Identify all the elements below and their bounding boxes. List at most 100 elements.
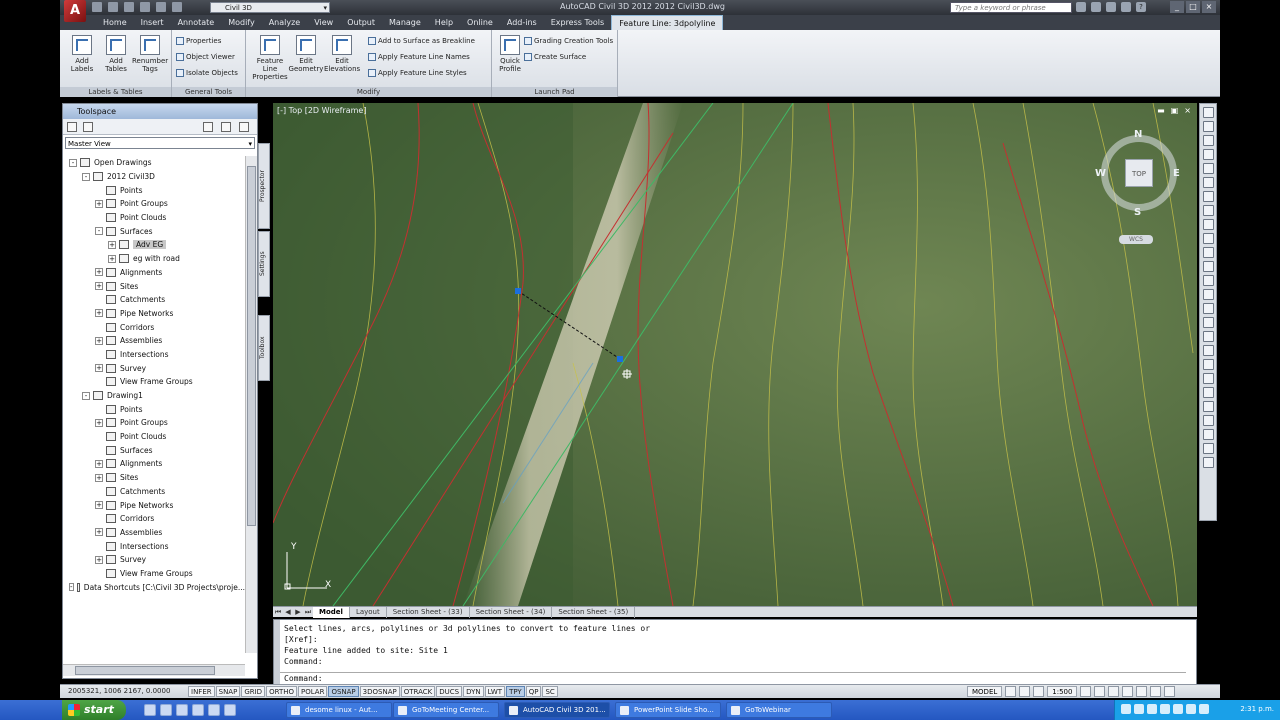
clock[interactable]: 2:31 p.m. xyxy=(1240,705,1274,713)
tab-settings[interactable]: Settings xyxy=(258,231,270,297)
isolate-objects-icon[interactable] xyxy=(1150,686,1162,697)
tool-icon[interactable] xyxy=(1202,415,1214,426)
search-input[interactable]: Type a keyword or phrase xyxy=(950,2,1072,13)
tool-icon[interactable] xyxy=(1202,443,1214,454)
compass-north[interactable]: N xyxy=(1134,129,1142,140)
redo-icon[interactable] xyxy=(156,2,166,12)
command-input[interactable]: Command: xyxy=(280,672,1186,683)
tool-icon[interactable] xyxy=(1202,107,1214,118)
tool-icon[interactable] xyxy=(1202,429,1214,440)
expand-icon[interactable]: + xyxy=(95,473,103,482)
quick-profile-button[interactable]: Quick Profile xyxy=(492,35,528,73)
tree-item[interactable]: View Frame Groups xyxy=(63,567,245,581)
expand-icon[interactable]: + xyxy=(108,254,116,263)
restore-button[interactable]: □ xyxy=(1186,1,1200,13)
tab-prospector[interactable]: Prospector xyxy=(258,143,270,229)
viewcube[interactable]: TOP N S E W WCS xyxy=(1095,129,1185,259)
modify-group-label[interactable]: Modify xyxy=(246,87,491,97)
toolspace-horizontal-scrollbar[interactable] xyxy=(63,664,245,676)
expand-icon[interactable]: + xyxy=(95,501,103,510)
tree-item[interactable]: + Assemblies xyxy=(63,526,245,540)
tree-item[interactable]: + Sites xyxy=(63,279,245,293)
tree-item[interactable]: Corridors xyxy=(63,320,245,334)
toggle-dyn[interactable]: DYN xyxy=(463,686,484,697)
tree-item[interactable]: Catchments xyxy=(63,293,245,307)
tool-icon[interactable] xyxy=(1202,373,1214,384)
grip-end[interactable] xyxy=(617,356,623,362)
tree-item[interactable]: Points xyxy=(63,402,245,416)
toggle-lwt[interactable]: LWT xyxy=(484,686,506,697)
new-icon[interactable] xyxy=(92,2,102,12)
tree-item[interactable]: View Frame Groups xyxy=(63,375,245,389)
tool-icon[interactable] xyxy=(1202,289,1214,300)
expand-icon[interactable]: + xyxy=(95,309,103,318)
tab-toolbox[interactable]: Toolbox xyxy=(258,315,270,381)
quick-view-layouts-icon[interactable] xyxy=(1005,686,1017,697)
hardware-acceleration-icon[interactable] xyxy=(1136,686,1148,697)
tree-item[interactable]: Points xyxy=(63,183,245,197)
tool-icon[interactable] xyxy=(1202,317,1214,328)
taskbar-button[interactable]: AutoCAD Civil 3D 201... xyxy=(504,702,610,718)
favorites-icon[interactable] xyxy=(1121,2,1131,12)
tool-icon[interactable] xyxy=(1202,205,1214,216)
language-icon[interactable] xyxy=(1199,704,1209,714)
taskbar-button[interactable]: PowerPoint Slide Sho... xyxy=(615,702,721,718)
tree-item[interactable]: + Assemblies xyxy=(63,334,245,348)
last-tab-arrow[interactable]: ⏭ xyxy=(303,608,313,617)
expand-icon[interactable]: + xyxy=(95,268,103,277)
network-icon[interactable] xyxy=(1121,704,1131,714)
workspace-switch-icon[interactable] xyxy=(1108,686,1120,697)
refresh-icon[interactable] xyxy=(83,122,93,132)
ribbon-tab-online[interactable]: Online xyxy=(460,15,500,30)
expand-icon[interactable]: + xyxy=(95,199,103,208)
isolate-objects-button[interactable]: Isolate Objects xyxy=(176,69,238,77)
tree-item[interactable]: - Surfaces xyxy=(63,224,245,238)
tool-icon[interactable] xyxy=(1202,121,1214,132)
viewport-controls-label[interactable]: [-] Top [2D Wireframe] xyxy=(277,106,366,115)
toolspace-title[interactable]: Toolspace xyxy=(63,104,257,119)
tree-item[interactable]: Intersections xyxy=(63,348,245,362)
word-icon[interactable] xyxy=(192,704,204,716)
tool-icon[interactable] xyxy=(1202,163,1214,174)
tree-item[interactable]: Intersections xyxy=(63,539,245,553)
next-tab-arrow[interactable]: ▶ xyxy=(293,608,303,616)
toggle-tpy[interactable]: TPY xyxy=(506,686,525,697)
tree-item[interactable]: + Point Groups xyxy=(63,197,245,211)
expand-icon[interactable]: + xyxy=(95,555,103,564)
toggle-view-icon[interactable] xyxy=(67,122,77,132)
viewcube-top-face[interactable]: TOP xyxy=(1125,159,1153,187)
tool-icon[interactable] xyxy=(1202,219,1214,230)
tree-item[interactable]: - Drawing1 xyxy=(63,389,245,403)
add-tables-button[interactable]: Add Tables xyxy=(98,35,134,73)
tool-icon[interactable] xyxy=(1202,247,1214,258)
preview-icon[interactable] xyxy=(239,122,249,132)
labels-tables-group-label[interactable]: Labels & Tables xyxy=(60,87,171,97)
coordinate-readout[interactable]: 2005321, 1006 2167, 0.0000 xyxy=(68,687,170,695)
power-icon[interactable] xyxy=(1186,704,1196,714)
expand-icon[interactable]: + xyxy=(95,459,103,468)
quick-view-drawings-icon[interactable] xyxy=(1019,686,1031,697)
clean-screen-icon[interactable] xyxy=(1164,686,1176,697)
item-view-icon[interactable] xyxy=(221,122,231,132)
grip-start[interactable] xyxy=(515,288,521,294)
tool-icon[interactable] xyxy=(1202,177,1214,188)
expand-icon[interactable]: + xyxy=(95,528,103,537)
tree-item[interactable]: + Pipe Networks xyxy=(63,307,245,321)
toggle-osnap[interactable]: OSNAP xyxy=(328,686,359,697)
collapse-icon[interactable]: - xyxy=(69,158,77,167)
collapse-icon[interactable]: - xyxy=(95,227,103,236)
general-tools-group-label[interactable]: General Tools xyxy=(172,87,245,97)
lock-icon[interactable] xyxy=(1122,686,1134,697)
collapse-icon[interactable]: - xyxy=(82,172,90,181)
annotation-scale-dropdown[interactable]: 1:500 xyxy=(1047,686,1078,697)
tree-item[interactable]: Surfaces xyxy=(63,443,245,457)
ribbon-tab-output[interactable]: Output xyxy=(340,15,382,30)
toolspace-vertical-scrollbar[interactable] xyxy=(245,156,257,653)
layout-tab[interactable]: Section Sheet - (33) xyxy=(387,606,470,618)
tree-item[interactable]: + Alignments xyxy=(63,266,245,280)
list-view-icon[interactable] xyxy=(203,122,213,132)
acad-icon[interactable] xyxy=(224,704,236,716)
layout-tab[interactable]: Section Sheet - (35) xyxy=(552,606,636,618)
toggle-otrack[interactable]: OTRACK xyxy=(400,686,436,697)
tool-icon[interactable] xyxy=(1202,457,1214,468)
